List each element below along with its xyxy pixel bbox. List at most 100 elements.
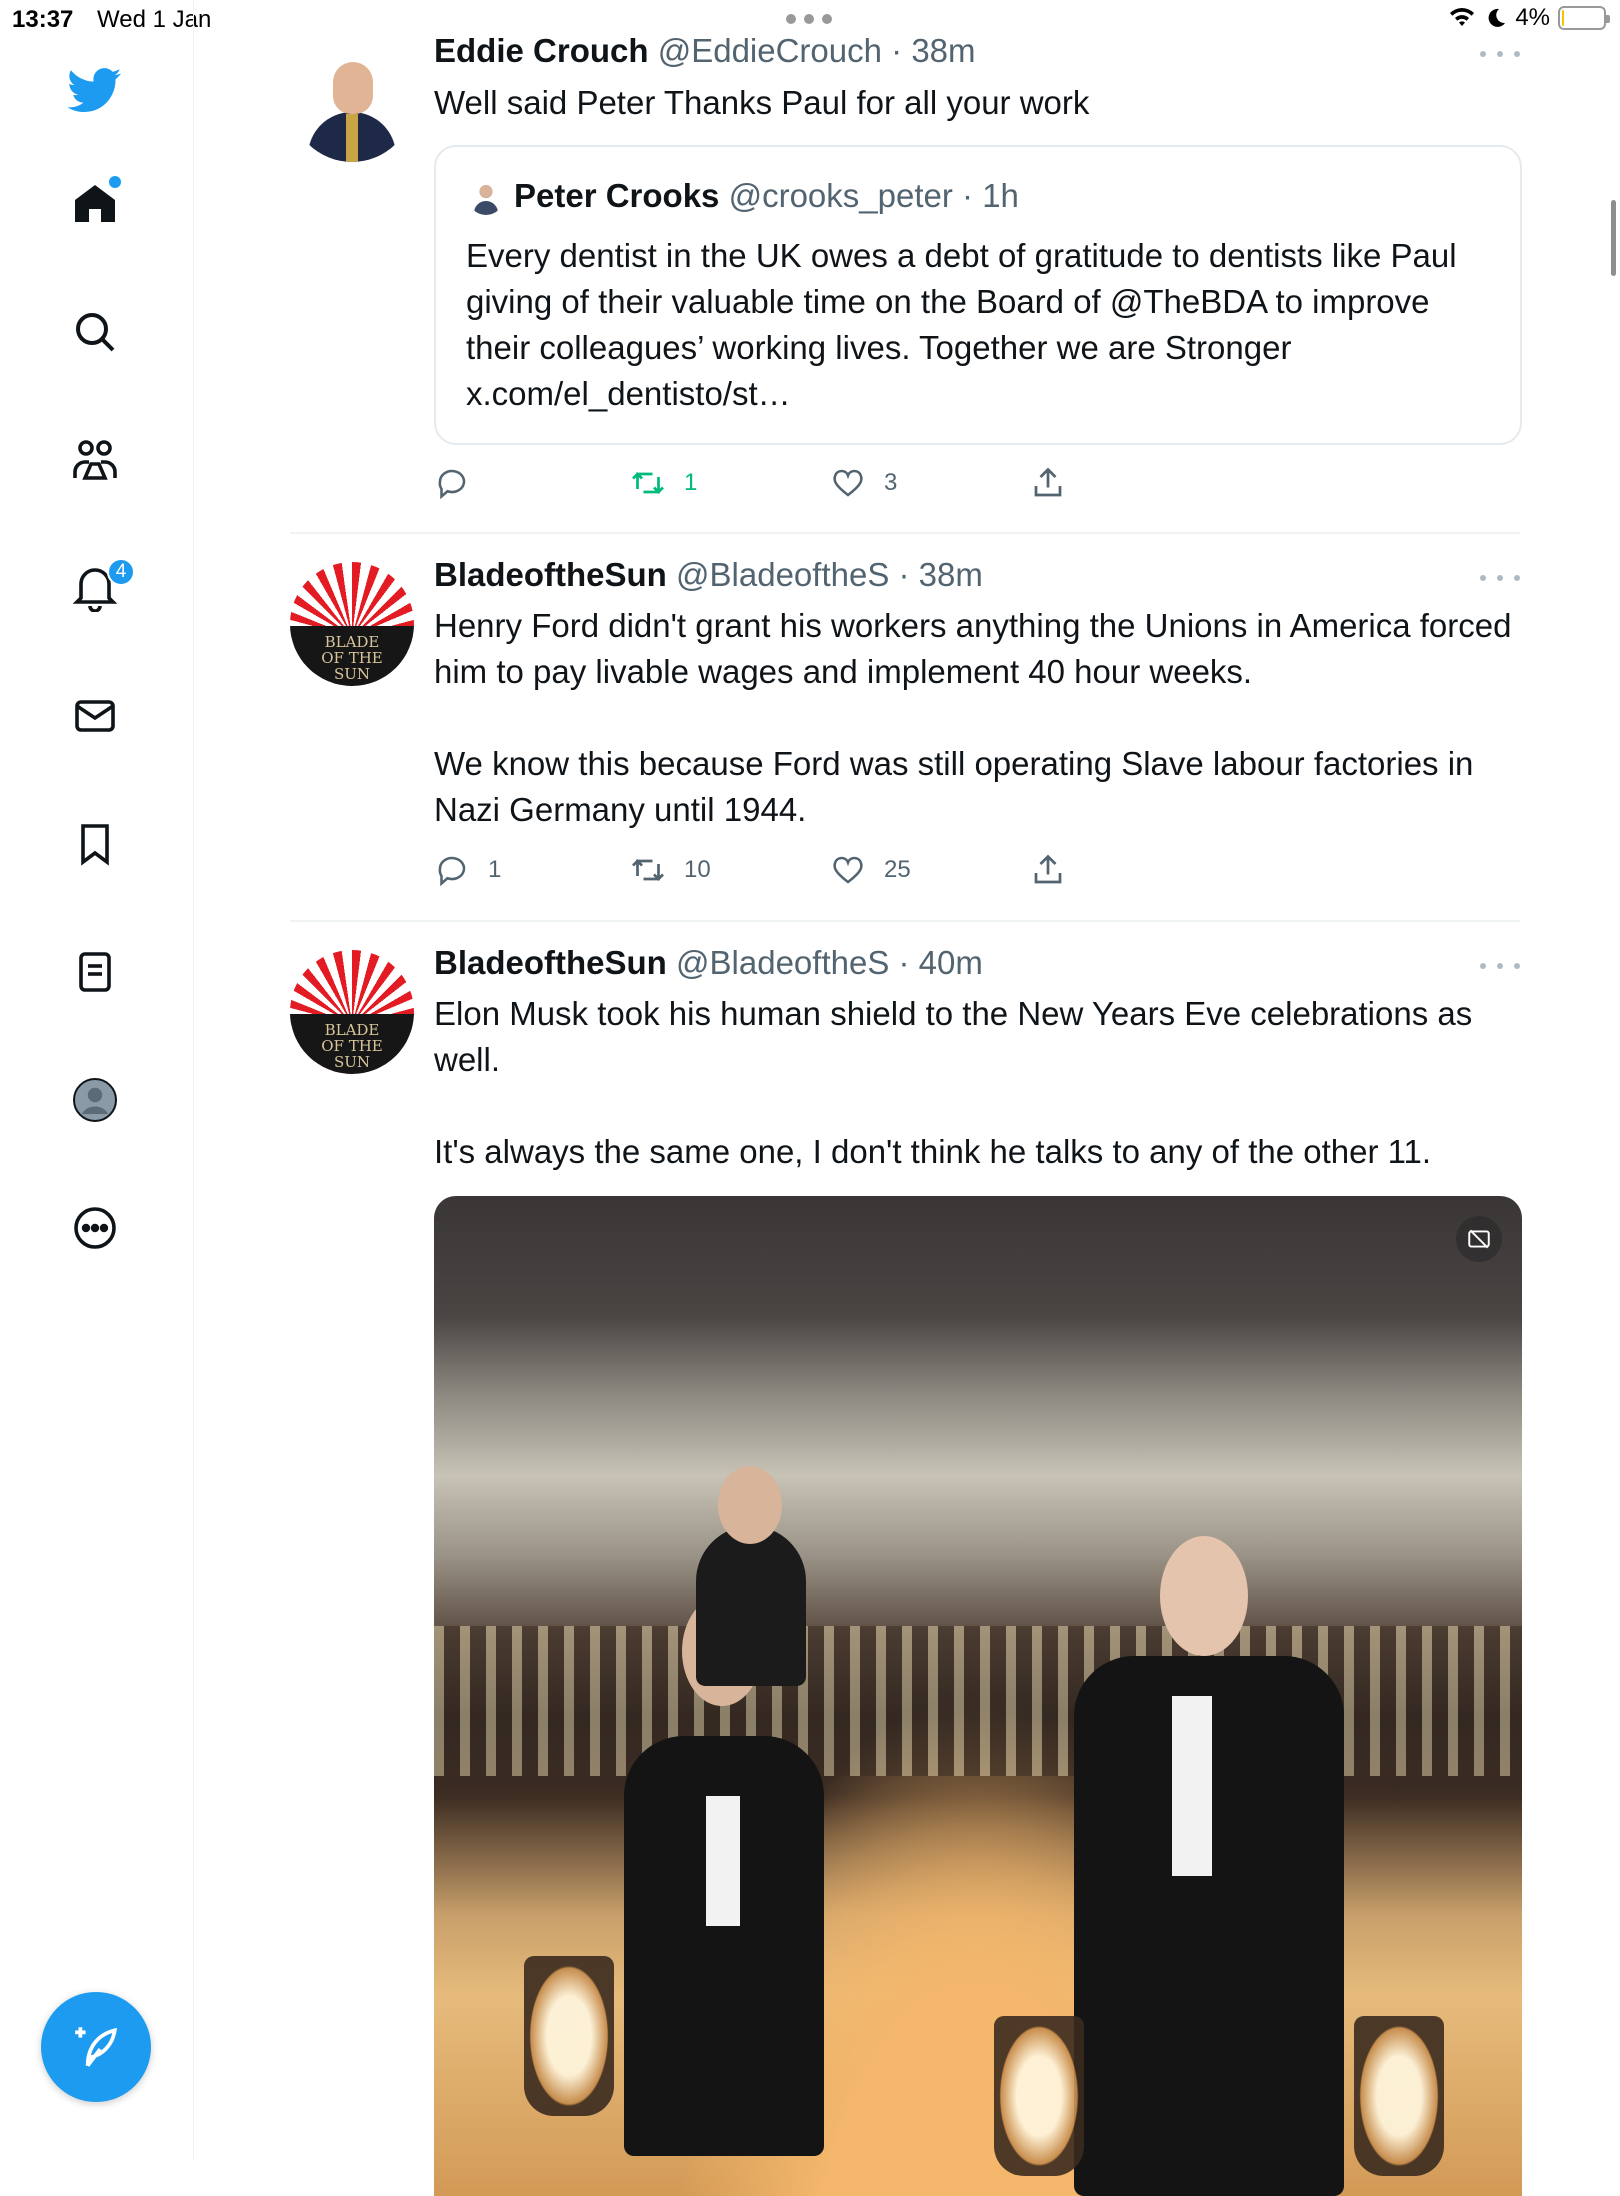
nav-communities[interactable] bbox=[53, 418, 137, 502]
author-handle[interactable]: @BladeoftheS bbox=[676, 556, 889, 593]
quote-header: Peter Crooks @crooks_peter · 1h bbox=[514, 177, 1019, 215]
video-lamp bbox=[524, 1956, 614, 2116]
like-count: 3 bbox=[884, 469, 898, 496]
video-lamp bbox=[1354, 2016, 1444, 2176]
quote-time: 1h bbox=[982, 177, 1019, 214]
separator: · bbox=[952, 177, 983, 214]
avatar[interactable]: BLADE OF THE SUN bbox=[290, 562, 414, 686]
compose-icon bbox=[75, 2027, 118, 2067]
video-face-child bbox=[718, 1466, 782, 1544]
share-button[interactable] bbox=[1030, 850, 1066, 890]
tweet-time[interactable]: 38m bbox=[919, 556, 983, 593]
share-icon bbox=[1034, 854, 1062, 884]
nav-notifications[interactable]: 4 bbox=[53, 546, 137, 630]
more-options-icon[interactable] bbox=[1480, 956, 1520, 976]
quote-text: Every dentist in the UK owes a debt of g… bbox=[466, 237, 1457, 412]
search-icon bbox=[76, 313, 115, 352]
author-handle[interactable]: @EddieCrouch bbox=[658, 32, 882, 69]
like-count: 25 bbox=[884, 856, 911, 883]
more-options-icon[interactable] bbox=[1480, 568, 1520, 588]
video-balcony bbox=[434, 1626, 1522, 1776]
tweet-actions: 1 3 bbox=[434, 463, 1134, 503]
avatar[interactable]: BLADE OF THE SUN bbox=[290, 950, 414, 1074]
twitter-logo[interactable] bbox=[53, 48, 137, 132]
like-button[interactable]: 3 bbox=[830, 463, 897, 503]
video-face-right bbox=[1160, 1536, 1248, 1656]
retweet-button[interactable]: 1 bbox=[630, 463, 697, 503]
video-lamp bbox=[994, 2016, 1084, 2176]
reply-button[interactable] bbox=[434, 463, 488, 503]
battery-icon bbox=[1558, 6, 1610, 30]
reply-button[interactable]: 1 bbox=[434, 850, 501, 890]
heart-icon bbox=[833, 856, 863, 884]
video-shirt-left bbox=[706, 1796, 740, 1926]
nav-bookmarks[interactable] bbox=[53, 802, 137, 886]
tweet-header: BladeoftheSun @BladeoftheS · 38m bbox=[434, 556, 983, 594]
more-circle-icon bbox=[74, 1207, 116, 1249]
author-name[interactable]: BladeoftheSun bbox=[434, 944, 667, 981]
author-name[interactable]: Eddie Crouch bbox=[434, 32, 649, 69]
notifications-badge: 4 bbox=[107, 558, 135, 586]
retweet-button[interactable]: 10 bbox=[630, 850, 711, 890]
share-button[interactable] bbox=[1030, 463, 1066, 503]
quoted-tweet[interactable]: Peter Crooks @crooks_peter · 1h Every de… bbox=[434, 145, 1522, 445]
retweet-count: 10 bbox=[684, 856, 711, 883]
captions-off-icon bbox=[1468, 1229, 1490, 1249]
list-icon bbox=[79, 952, 111, 992]
captions-toggle-button[interactable] bbox=[1456, 1216, 1502, 1262]
nav-profile[interactable] bbox=[53, 1058, 137, 1142]
tweet-divider bbox=[290, 532, 1520, 534]
reply-icon bbox=[438, 856, 466, 887]
avatar-logo-text: BLADE OF THE SUN bbox=[321, 1021, 383, 1071]
tweet-header: Eddie Crouch @EddieCrouch · 38m bbox=[434, 32, 976, 70]
new-posts-dot bbox=[109, 176, 121, 188]
more-options-icon[interactable] bbox=[1480, 44, 1520, 64]
nav-more[interactable] bbox=[53, 1186, 137, 1270]
bookmark-icon bbox=[81, 824, 109, 866]
sidebar: 4 bbox=[0, 0, 194, 2160]
tweet-text: Henry Ford didn't grant his workers anyt… bbox=[434, 607, 1512, 828]
avatar-logo-text: BLADE OF THE SUN bbox=[321, 633, 383, 683]
nav-search[interactable] bbox=[53, 290, 137, 374]
wifi-icon bbox=[1450, 8, 1475, 26]
quote-avatar bbox=[468, 179, 504, 215]
retweet-count: 1 bbox=[684, 469, 698, 496]
tweet-text: Elon Musk took his human shield to the N… bbox=[434, 995, 1473, 1170]
moon-icon bbox=[1488, 8, 1506, 27]
heart-icon bbox=[833, 469, 863, 497]
tweet-text: Well said Peter Thanks Paul for all your… bbox=[434, 84, 1090, 121]
tweet-video[interactable] bbox=[434, 1196, 1522, 2196]
tweet-header: BladeoftheSun @BladeoftheS · 40m bbox=[434, 944, 983, 982]
reply-icon bbox=[438, 469, 466, 500]
separator: · bbox=[881, 32, 912, 69]
author-handle[interactable]: @BladeoftheS bbox=[676, 944, 889, 981]
nav-lists[interactable] bbox=[53, 930, 137, 1014]
separator: · bbox=[889, 556, 919, 593]
multitasking-dots[interactable] bbox=[786, 6, 832, 24]
separator: · bbox=[889, 944, 919, 981]
nav-home[interactable] bbox=[53, 162, 137, 246]
tweet-divider bbox=[290, 920, 1520, 922]
scrollbar[interactable] bbox=[1611, 200, 1616, 276]
share-icon bbox=[1034, 467, 1062, 497]
quote-author-handle: @crooks_peter bbox=[728, 177, 953, 214]
retweet-icon bbox=[632, 472, 664, 494]
compose-button[interactable] bbox=[41, 1992, 151, 2102]
communities-icon bbox=[73, 440, 117, 480]
tweet-time[interactable]: 38m bbox=[911, 32, 975, 69]
status-right: 4% bbox=[1447, 4, 1610, 32]
nav-messages[interactable] bbox=[53, 674, 137, 758]
avatar[interactable] bbox=[290, 38, 414, 162]
tweet-time[interactable]: 40m bbox=[919, 944, 983, 981]
author-name[interactable]: BladeoftheSun bbox=[434, 556, 667, 593]
battery-percent: 4% bbox=[1515, 4, 1550, 31]
mail-icon bbox=[75, 700, 115, 732]
video-child bbox=[696, 1526, 806, 1686]
video-shirt-right bbox=[1172, 1696, 1212, 1876]
profile-icon bbox=[73, 1078, 117, 1122]
quote-author-name: Peter Crooks bbox=[514, 177, 720, 214]
reply-count: 1 bbox=[488, 856, 502, 883]
retweet-icon bbox=[632, 859, 664, 881]
like-button[interactable]: 25 bbox=[830, 850, 911, 890]
tweet-actions: 1 10 25 bbox=[434, 850, 1134, 890]
